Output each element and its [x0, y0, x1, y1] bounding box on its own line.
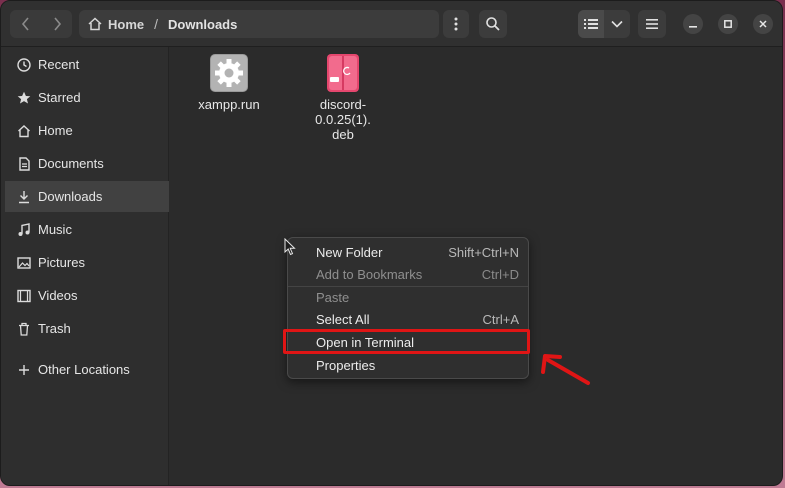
sidebar-item-label: Downloads	[38, 189, 103, 204]
file-item-xampp[interactable]: xampp.run	[179, 53, 279, 112]
file-name-line: discord-	[319, 97, 367, 112]
home-icon	[88, 17, 102, 31]
menu-item-label: Properties	[316, 357, 376, 373]
sidebar-item-pictures[interactable]: Pictures	[5, 247, 169, 278]
file-item-discord[interactable]: discord- 0.0.25(1). deb	[293, 53, 393, 142]
picture-icon	[16, 255, 32, 271]
annotation-highlight-box	[283, 329, 530, 354]
sidebar-item-recent[interactable]: Recent	[5, 49, 169, 80]
minimize-icon	[689, 26, 697, 28]
menu-item-paste: Paste	[289, 286, 527, 308]
breadcrumb-downloads[interactable]: Downloads	[168, 17, 237, 32]
sidebar-item-label: Videos	[38, 288, 78, 303]
menu-item-label: Paste	[316, 289, 350, 305]
download-icon	[16, 189, 32, 205]
back-button[interactable]	[10, 10, 41, 38]
menu-item-add-to-bookmarks: Add to Bookmarks Ctrl+D	[289, 263, 527, 285]
maximize-icon	[724, 20, 732, 28]
music-icon	[16, 222, 32, 238]
video-icon	[16, 288, 32, 304]
list-view-icon	[584, 19, 598, 29]
path-menu-button[interactable]	[443, 10, 469, 38]
breadcrumb-home[interactable]: Home	[108, 17, 144, 32]
sidebar-item-home[interactable]: Home	[5, 115, 169, 146]
home-icon	[16, 123, 32, 139]
path-bar: Home / Downloads	[79, 10, 439, 38]
close-button[interactable]	[753, 14, 773, 34]
sidebar-item-label: Trash	[38, 321, 71, 336]
sidebar-item-label: Home	[38, 123, 73, 138]
sidebar-item-videos[interactable]: Videos	[5, 280, 169, 311]
navigation-buttons	[10, 10, 72, 38]
menu-item-shortcut: Ctrl+D	[481, 266, 519, 282]
menu-item-label: Add to Bookmarks	[316, 266, 423, 282]
menu-item-select-all[interactable]: Select All Ctrl+A	[289, 308, 527, 330]
menu-item-properties[interactable]: Properties	[289, 354, 527, 376]
sidebar-item-label: Starred	[38, 90, 81, 105]
menu-item-new-folder[interactable]: New Folder Shift+Ctrl+N	[289, 241, 527, 263]
view-toggle-group	[578, 10, 630, 38]
chevron-right-icon	[53, 17, 61, 31]
annotation-arrow-icon	[541, 354, 590, 385]
file-name: xampp.run	[198, 97, 260, 112]
minimize-button[interactable]	[683, 14, 703, 34]
view-options-button[interactable]	[604, 10, 630, 38]
close-icon	[759, 20, 767, 28]
sidebar-item-label: Recent	[38, 57, 80, 72]
sidebar-item-trash[interactable]: Trash	[5, 313, 169, 344]
mouse-pointer-icon	[284, 238, 296, 256]
sidebar-item-downloads[interactable]: Downloads	[5, 181, 169, 212]
hamburger-menu-icon	[646, 19, 658, 29]
menu-item-label: Select All	[316, 311, 370, 327]
sidebar-item-documents[interactable]: Documents	[5, 148, 169, 179]
menu-item-shortcut: Ctrl+A	[482, 311, 519, 327]
file-name-line: 0.0.25(1).	[315, 112, 371, 127]
main-menu-button[interactable]	[638, 10, 666, 38]
context-menu: New Folder Shift+Ctrl+N Add to Bookmarks…	[287, 237, 529, 379]
trash-icon	[16, 321, 32, 337]
menu-item-shortcut: Shift+Ctrl+N	[448, 244, 519, 260]
sidebar-item-label: Pictures	[38, 255, 85, 270]
list-view-button[interactable]	[578, 10, 604, 38]
sidebar-item-starred[interactable]: Starred	[5, 82, 169, 113]
plus-icon	[16, 362, 32, 378]
header-bar: Home / Downloads	[1, 1, 782, 47]
menu-item-label: New Folder	[316, 244, 383, 260]
forward-button[interactable]	[41, 10, 72, 38]
search-button[interactable]	[479, 10, 507, 38]
sidebar-item-other-locations[interactable]: Other Locations	[5, 354, 169, 385]
sidebar-item-label: Music	[38, 222, 72, 237]
breadcrumb-separator: /	[154, 16, 159, 32]
chevron-left-icon	[21, 17, 29, 31]
vertical-dots-icon	[454, 17, 458, 31]
debian-package-icon	[323, 53, 363, 93]
sidebar-item-label: Other Locations	[38, 362, 130, 377]
document-icon	[16, 156, 32, 172]
clock-icon	[16, 57, 32, 73]
sidebar: Recent Starred Home Documents Downloads …	[1, 47, 169, 485]
star-icon	[16, 90, 32, 106]
sidebar-item-label: Documents	[38, 156, 104, 171]
file-name-line: deb	[332, 127, 354, 142]
executable-gear-icon	[209, 53, 249, 93]
search-icon	[486, 17, 500, 31]
sidebar-item-music[interactable]: Music	[5, 214, 169, 245]
chevron-down-icon	[611, 20, 623, 28]
maximize-button[interactable]	[718, 14, 738, 34]
